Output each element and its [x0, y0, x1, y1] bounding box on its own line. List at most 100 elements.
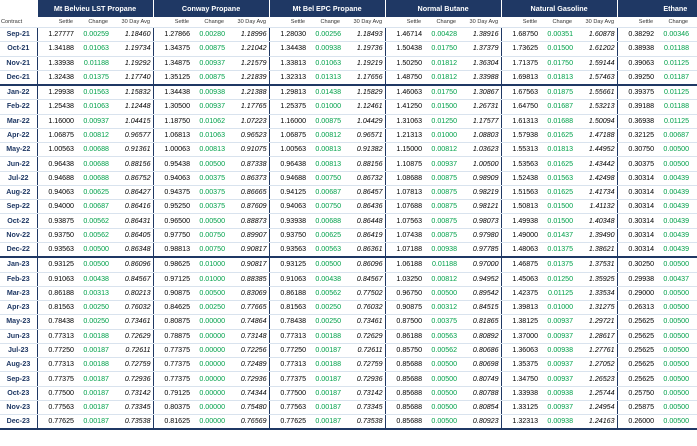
settle-cell: 1.00563: [268, 142, 309, 158]
settle-cell: 0.77313: [268, 328, 309, 344]
change-cell: 0.00687: [656, 127, 692, 144]
avg-cell: 0.25186: [691, 300, 697, 316]
avg-cell: 1.40348: [575, 213, 618, 229]
avg-cell: 0.84515: [459, 300, 502, 316]
contract-cell: Dec-23: [0, 414, 37, 431]
avg-cell: 1.18460: [111, 26, 154, 43]
avg-cell: 0.73461: [343, 314, 386, 330]
change-cell: 0.00187: [308, 414, 344, 431]
change-column-header: Change: [424, 17, 460, 28]
settle-cell: 0.77250: [36, 342, 76, 359]
change-cell: 0.01250: [424, 113, 460, 129]
change-cell: 0.01000: [540, 300, 576, 316]
avg-cell: 0.90817: [227, 256, 270, 273]
change-cell: 0.01375: [540, 241, 576, 259]
change-cell: 0.00562: [308, 285, 344, 302]
settle-cell: 1.71375: [500, 55, 541, 71]
avg-cell: 0.86348: [111, 241, 154, 259]
settle-cell: 1.08688: [384, 170, 425, 186]
settle-cell: 0.25750: [616, 385, 657, 401]
contract-cell: Mar-22: [0, 113, 37, 129]
settle-cell: 0.25625: [616, 314, 657, 330]
table-row: May-23 0.78438 0.00250 0.73461 0.80875 0.0000…: [0, 314, 697, 330]
avg-cell: 1.19292: [111, 55, 154, 71]
product-header: Natural Gasoline: [500, 0, 618, 17]
table-row: Oct-23 0.77500 0.00187 0.73142 0.79125 0.0000…: [0, 385, 697, 401]
avg-column-header: 30 Day Avg: [343, 17, 386, 28]
settle-cell: 1.28030: [268, 26, 309, 43]
avg-cell: 1.19219: [343, 55, 386, 71]
change-cell: 0.00250: [76, 314, 111, 330]
settle-cell: 1.06875: [36, 127, 76, 144]
avg-cell: 1.47188: [575, 127, 618, 144]
change-cell: 0.00500: [656, 342, 692, 359]
change-cell: 0.00813: [308, 156, 344, 172]
avg-cell: 1.12448: [111, 99, 154, 115]
avg-cell: 1.60878: [575, 26, 618, 43]
change-cell: 0.00439: [656, 184, 692, 201]
avg-cell: 0.97980: [459, 227, 502, 243]
avg-cell: 1.21839: [227, 69, 270, 87]
avg-cell: 1.04429: [343, 113, 386, 129]
contract-cell: Jan-22: [0, 84, 37, 101]
avg-cell: 0.28465: [691, 271, 697, 287]
avg-cell: 0.83069: [227, 285, 270, 302]
change-cell: 0.00500: [656, 357, 692, 373]
settle-cell: 0.97750: [152, 227, 193, 243]
change-cell: 0.01125: [656, 113, 692, 129]
avg-cell: 0.35484: [691, 26, 697, 43]
change-cell: 0.00812: [424, 142, 460, 158]
change-cell: 0.00937: [540, 328, 576, 344]
settle-cell: 1.00063: [152, 142, 193, 158]
avg-cell: 0.29238: [691, 142, 697, 158]
change-cell: 0.00439: [656, 170, 692, 186]
avg-cell: 0.87338: [227, 156, 270, 172]
settle-column-header: Settle: [269, 17, 309, 28]
avg-cell: 0.27386: [691, 285, 697, 302]
avg-cell: 0.80788: [459, 385, 502, 401]
avg-cell: 0.73461: [111, 314, 154, 330]
avg-cell: 0.86732: [343, 170, 386, 186]
table-row: Nov-21 1.33938 0.01188 1.19292 1.34875 0.0093…: [0, 55, 697, 71]
change-cell: 0.00562: [76, 213, 111, 229]
avg-cell: 0.74864: [227, 314, 270, 330]
table-row: Mar-22 1.16000 0.00937 1.04415 1.18750 0.0106…: [0, 113, 697, 129]
settle-cell: 0.94688: [268, 170, 309, 186]
contract-cell: Nov-22: [0, 227, 37, 243]
contract-cell: May-23: [0, 314, 37, 330]
settle-cell: 1.29813: [268, 84, 309, 101]
settle-cell: 1.30500: [152, 99, 193, 115]
avg-cell: 0.76032: [343, 300, 386, 316]
settle-cell: 0.77375: [152, 357, 193, 373]
avg-cell: 0.86361: [343, 241, 386, 259]
settle-cell: 1.29938: [36, 84, 76, 101]
settle-cell: 1.32313: [500, 414, 541, 431]
avg-cell: 0.72759: [111, 357, 154, 373]
settle-cell: 1.53563: [500, 156, 541, 172]
avg-cell: 0.91382: [343, 142, 386, 158]
settle-cell: 1.49938: [500, 213, 541, 229]
change-cell: 0.00563: [424, 328, 460, 344]
avg-cell: 1.15832: [111, 84, 154, 101]
settle-cell: 0.77500: [268, 385, 309, 401]
table-row: Dec-22 0.93563 0.00500 0.86348 0.98813 0.0075…: [0, 241, 697, 259]
change-cell: 0.00439: [656, 241, 692, 259]
change-cell: 0.00000: [192, 414, 228, 431]
avg-cell: 1.21579: [227, 55, 270, 71]
avg-cell: 0.86427: [111, 184, 154, 201]
contract-cell: Sep-21: [0, 26, 37, 43]
avg-cell: 1.04415: [111, 113, 154, 129]
avg-cell: 0.24384: [691, 357, 697, 373]
change-cell: 0.00688: [76, 142, 111, 158]
avg-cell: 1.26523: [575, 371, 618, 387]
change-cell: 0.00625: [308, 227, 344, 243]
avg-cell: 0.88156: [343, 156, 386, 172]
change-cell: 0.00500: [424, 399, 460, 416]
change-cell: 0.00625: [76, 184, 111, 201]
change-cell: 0.00500: [656, 385, 692, 401]
settle-cell: 1.50250: [384, 55, 425, 71]
settle-cell: 1.34188: [36, 41, 76, 57]
table-row: Apr-23 0.81563 0.00250 0.76032 0.84625 0.0025…: [0, 300, 697, 316]
change-cell: 0.00812: [76, 127, 111, 144]
settle-cell: 1.36063: [500, 342, 541, 359]
